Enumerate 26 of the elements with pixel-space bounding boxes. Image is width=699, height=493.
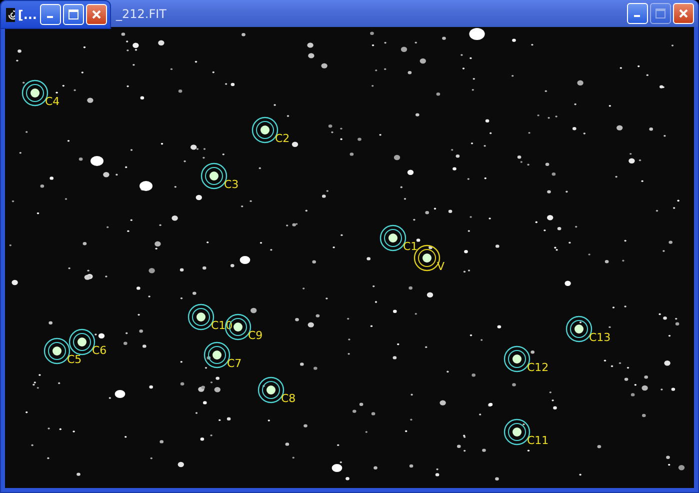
star-label: C9 bbox=[248, 329, 263, 342]
maximize-icon bbox=[655, 8, 666, 19]
close-icon bbox=[91, 9, 102, 20]
star-label: V bbox=[437, 260, 445, 273]
star-label: C11 bbox=[527, 434, 549, 447]
star-label: C3 bbox=[224, 178, 239, 191]
star-label: C8 bbox=[281, 392, 296, 405]
minimize-button[interactable] bbox=[40, 4, 61, 25]
star-label: C2 bbox=[275, 132, 290, 145]
window-title: [... bbox=[18, 8, 37, 22]
star-label: C12 bbox=[527, 361, 549, 374]
minimize-button[interactable] bbox=[627, 3, 648, 24]
close-button[interactable] bbox=[673, 3, 694, 24]
star-label: C13 bbox=[589, 331, 611, 344]
star-label: C7 bbox=[227, 357, 242, 370]
window-title: _212.FIT bbox=[116, 6, 168, 20]
maximize-button[interactable] bbox=[650, 3, 671, 24]
maximize-button[interactable] bbox=[63, 4, 84, 25]
star-label: C4 bbox=[45, 95, 60, 108]
close-button[interactable] bbox=[86, 4, 107, 25]
close-icon bbox=[678, 8, 689, 19]
star-label: C5 bbox=[67, 353, 82, 366]
maximize-icon bbox=[68, 9, 79, 20]
galaxy-icon bbox=[6, 8, 15, 22]
star-label: C6 bbox=[92, 344, 107, 357]
star-label: C1 bbox=[403, 240, 418, 253]
